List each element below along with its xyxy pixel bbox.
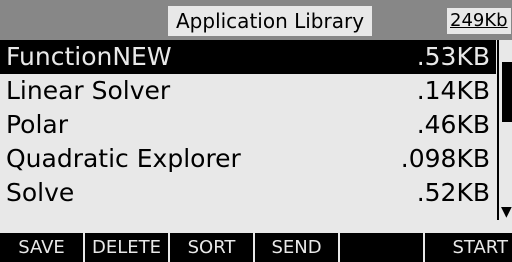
empty-softkey[interactable] [340,233,425,262]
app-size: .098KB [400,144,490,173]
list-item-functionnew[interactable]: FunctionNEW .53KB [0,40,496,74]
start-button[interactable]: START [425,233,510,262]
soft-key-menu: SAVE DELETE SORT SEND START [0,233,512,262]
app-name: FunctionNEW [6,42,172,71]
delete-button[interactable]: DELETE [85,233,170,262]
app-name: Polar [6,110,69,139]
list-item-quadratic-explorer[interactable]: Quadratic Explorer .098KB [0,142,496,176]
app-size: .46KB [416,110,490,139]
app-size: .52KB [416,178,490,207]
list-item-solve[interactable]: Solve .52KB [0,176,496,210]
scroll-thumb[interactable] [502,62,512,122]
free-memory-indicator: 249Kb [447,8,511,34]
app-name: Quadratic Explorer [6,144,241,173]
app-name: Solve [6,178,75,207]
scroll-down-arrow-icon[interactable]: ▼ [501,205,512,219]
app-size: .14KB [416,76,490,105]
title-bar: Application Library 249Kb [0,0,512,40]
sort-button[interactable]: SORT [170,233,255,262]
page-title: Application Library [168,6,373,36]
save-button[interactable]: SAVE [0,233,85,262]
app-name: Linear Solver [6,76,171,105]
list-item-linear-solver[interactable]: Linear Solver .14KB [0,74,496,108]
list-item-polar[interactable]: Polar .46KB [0,108,496,142]
scrollbar[interactable]: ▼ [497,40,512,220]
app-list: FunctionNEW .53KB Linear Solver .14KB Po… [0,40,496,210]
send-button[interactable]: SEND [255,233,340,262]
app-size: .53KB [416,42,490,71]
